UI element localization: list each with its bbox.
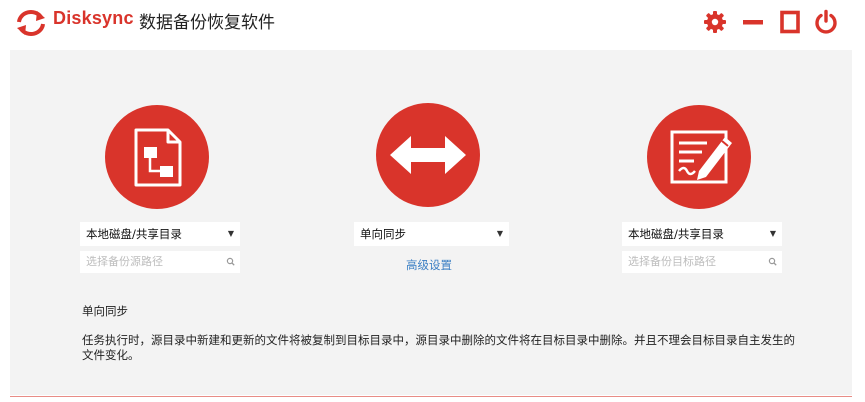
- edit-document-icon: [670, 130, 732, 184]
- double-arrow-icon: [390, 136, 466, 174]
- chevron-down-icon: ▼: [227, 229, 234, 238]
- target-icon-button[interactable]: [647, 105, 751, 209]
- source-path-input[interactable]: 选择备份源路径: [80, 251, 240, 273]
- mode-description-text: 任务执行时，源目录中新建和更新的文件将被复制到目标目录中，源目录中删除的文件将在…: [82, 333, 795, 362]
- gear-icon[interactable]: [702, 9, 728, 35]
- sync-mode-select[interactable]: 单向同步 ▼: [354, 222, 509, 246]
- target-type-value: 本地磁盘/共享目录: [628, 227, 724, 241]
- source-type-value: 本地磁盘/共享目录: [86, 227, 182, 241]
- power-icon[interactable]: [813, 9, 839, 35]
- bottom-divider: [10, 396, 852, 397]
- maximize-icon[interactable]: [777, 9, 803, 35]
- chevron-down-icon: ▼: [769, 229, 776, 238]
- search-icon: [226, 257, 235, 266]
- sync-mode-value: 单向同步: [360, 227, 406, 241]
- title-bar: Disksync 数据备份恢复软件: [0, 0, 865, 48]
- advanced-settings-link[interactable]: 高级设置: [406, 257, 452, 273]
- source-icon-button[interactable]: [105, 105, 209, 209]
- target-path-placeholder: 选择备份目标路径: [628, 255, 716, 268]
- file-flow-icon: [134, 128, 182, 187]
- source-path-placeholder: 选择备份源路径: [86, 255, 163, 268]
- chevron-down-icon: ▼: [496, 229, 503, 238]
- search-icon: [768, 257, 777, 266]
- app-subtitle: 数据备份恢复软件: [139, 13, 275, 33]
- target-type-select[interactable]: 本地磁盘/共享目录 ▼: [622, 222, 782, 246]
- mode-icon-button[interactable]: [376, 103, 480, 207]
- source-type-select[interactable]: 本地磁盘/共享目录 ▼: [80, 222, 240, 246]
- app-name: Disksync: [53, 8, 134, 28]
- sync-logo-icon: [17, 10, 45, 36]
- target-path-input[interactable]: 选择备份目标路径: [622, 251, 782, 273]
- minimize-icon[interactable]: [740, 9, 766, 35]
- mode-description-title: 单向同步: [82, 304, 128, 318]
